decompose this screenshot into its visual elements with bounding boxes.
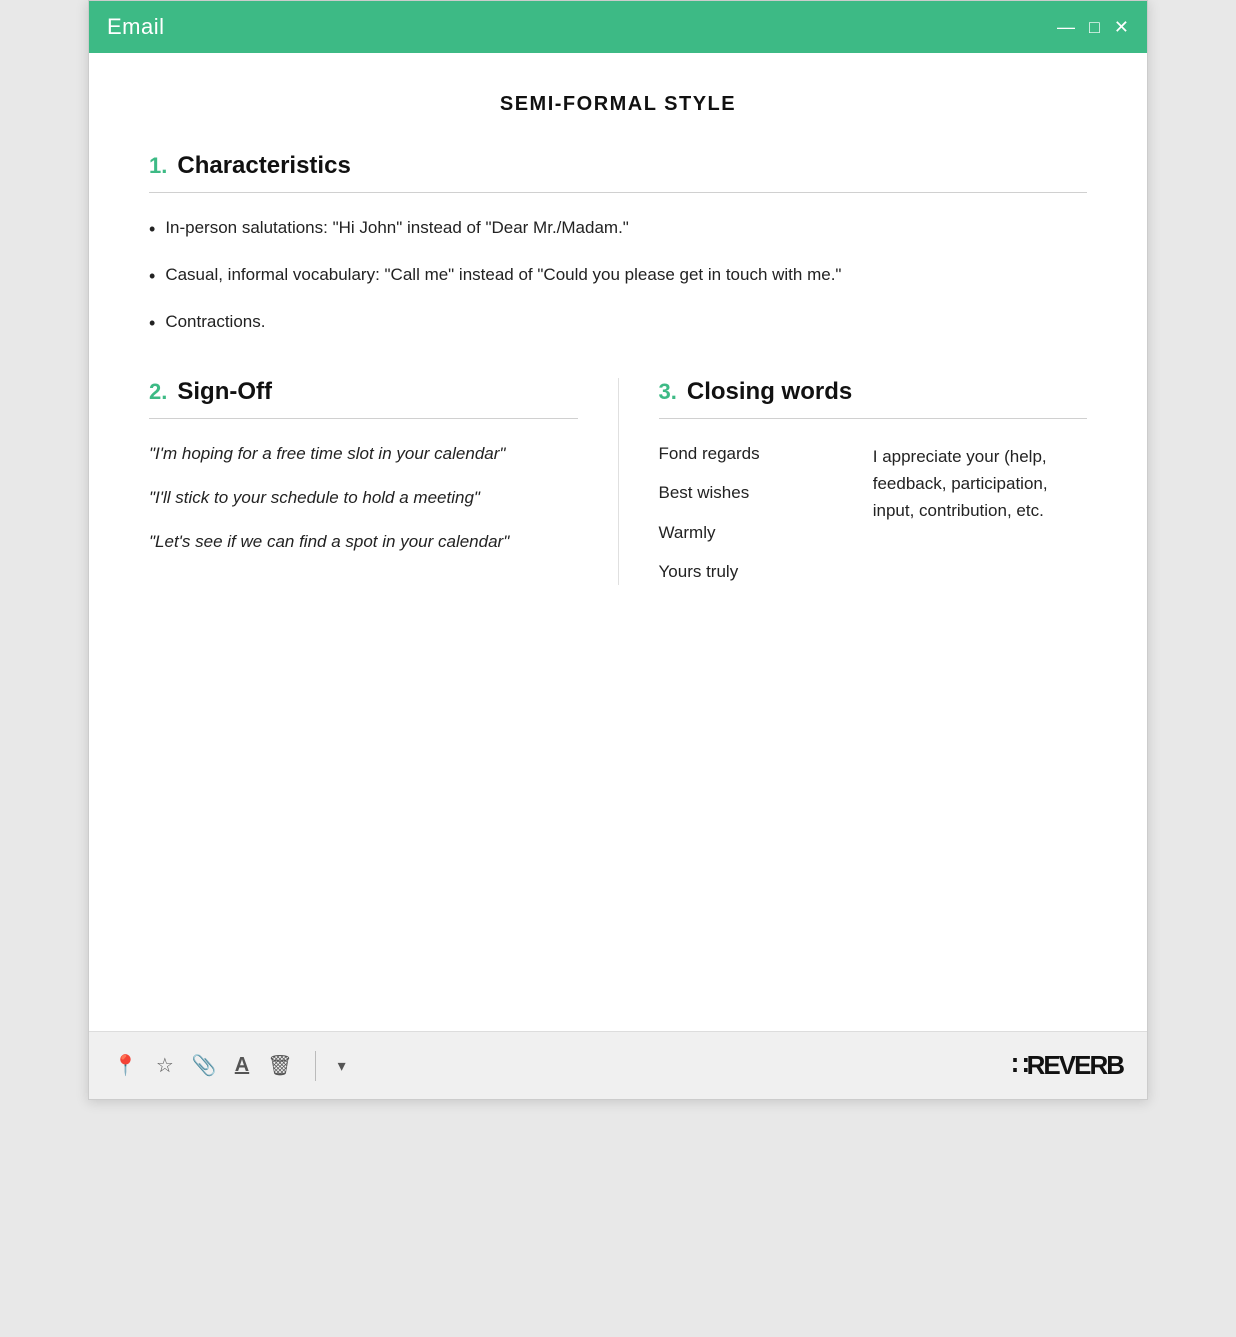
- section3-divider: [659, 418, 1088, 419]
- sign-off-quote-3: "Let's see if we can find a spot in your…: [149, 529, 578, 555]
- bullet-text-1: In-person salutations: "Hi John" instead…: [165, 215, 629, 241]
- section3-header: 3. Closing words: [659, 378, 1088, 406]
- bullet-dot-3: •: [149, 310, 155, 338]
- closing-description: I appreciate your (help, feedback, parti…: [873, 441, 1087, 585]
- reverb-logo: ∷REVERB: [1012, 1050, 1123, 1081]
- section2-divider: [149, 418, 578, 419]
- section2-title: Sign-Off: [177, 378, 272, 406]
- section-characteristics: 1. Characteristics • In-person salutatio…: [149, 152, 1087, 338]
- list-item: • Casual, informal vocabulary: "Call me"…: [149, 262, 1087, 291]
- section-signoff: 2. Sign-Off "I'm hoping for a free time …: [149, 378, 619, 585]
- sign-off-quote-1: "I'm hoping for a free time slot in your…: [149, 441, 578, 467]
- close-button[interactable]: ✕: [1114, 18, 1129, 36]
- window-controls: — □ ✕: [1057, 18, 1129, 36]
- logo-text: ∷REVERB: [1012, 1050, 1123, 1081]
- footer-divider: [315, 1051, 316, 1081]
- bullet-text-2: Casual, informal vocabulary: "Call me" i…: [165, 262, 841, 288]
- section-closing-words: 3. Closing words Fond regards Best wishe…: [659, 378, 1088, 585]
- section2-number: 2.: [149, 379, 167, 405]
- section1-number: 1.: [149, 153, 167, 179]
- list-item: • Contractions.: [149, 309, 1087, 338]
- list-item: • In-person salutations: "Hi John" inste…: [149, 215, 1087, 244]
- section3-number: 3.: [659, 379, 677, 405]
- closing-grid: Fond regards Best wishes Warmly Yours tr…: [659, 441, 1088, 585]
- section1-header: 1. Characteristics: [149, 152, 1087, 180]
- closing-word-3: Warmly: [659, 520, 873, 546]
- paperclip-icon[interactable]: 📎: [192, 1053, 217, 1078]
- dropdown-button[interactable]: ▾: [338, 1056, 346, 1076]
- section2-header: 2. Sign-Off: [149, 378, 578, 406]
- section1-title: Characteristics: [177, 152, 350, 180]
- closing-word-1: Fond regards: [659, 441, 873, 467]
- sign-off-quote-2: "I'll stick to your schedule to hold a m…: [149, 485, 578, 511]
- page-title: SEMI-FORMAL STYLE: [149, 93, 1087, 116]
- footer-toolbar: 📍 ☆ 📎 A 🗑 ▾ ∷REVERB: [89, 1031, 1147, 1099]
- text-format-icon[interactable]: A: [235, 1054, 249, 1077]
- bullet-dot-2: •: [149, 263, 155, 291]
- main-content: SEMI-FORMAL STYLE 1. Characteristics • I…: [89, 53, 1147, 1031]
- closing-word-4: Yours truly: [659, 559, 873, 585]
- minimize-button[interactable]: —: [1057, 18, 1075, 36]
- maximize-button[interactable]: □: [1089, 18, 1100, 36]
- window-title: Email: [107, 14, 165, 40]
- two-column-section: 2. Sign-Off "I'm hoping for a free time …: [149, 378, 1087, 585]
- bullet-dot-1: •: [149, 216, 155, 244]
- closing-word-2: Best wishes: [659, 480, 873, 506]
- delete-icon[interactable]: 🗑: [267, 1053, 292, 1078]
- app-window: Email — □ ✕ SEMI-FORMAL STYLE 1. Charact…: [88, 0, 1148, 1100]
- location-icon[interactable]: 📍: [113, 1053, 138, 1078]
- section3-title: Closing words: [687, 378, 852, 406]
- bullet-list: • In-person salutations: "Hi John" inste…: [149, 215, 1087, 338]
- footer-icons-group: 📍 ☆ 📎 A 🗑 ▾: [113, 1051, 346, 1081]
- title-bar: Email — □ ✕: [89, 1, 1147, 53]
- bullet-text-3: Contractions.: [165, 309, 265, 335]
- star-icon[interactable]: ☆: [156, 1053, 174, 1078]
- section1-divider: [149, 192, 1087, 193]
- closing-words-list: Fond regards Best wishes Warmly Yours tr…: [659, 441, 873, 585]
